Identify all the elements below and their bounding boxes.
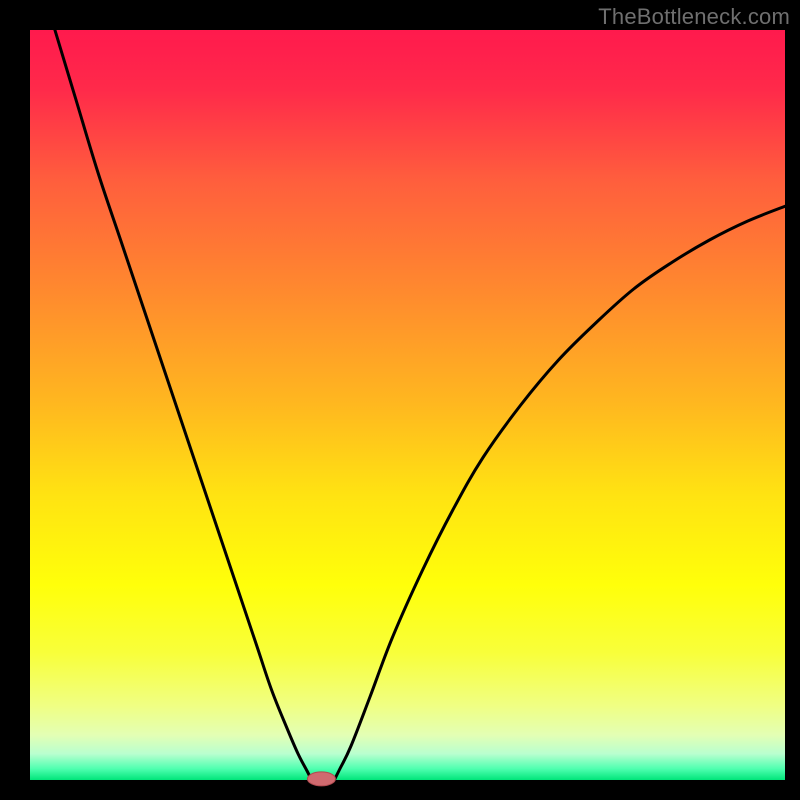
chart-frame: TheBottleneck.com: [0, 0, 800, 800]
bottleneck-chart: [0, 0, 800, 800]
plot-background: [30, 30, 785, 780]
selected-point-marker: [307, 772, 335, 786]
watermark-label: TheBottleneck.com: [598, 4, 790, 30]
